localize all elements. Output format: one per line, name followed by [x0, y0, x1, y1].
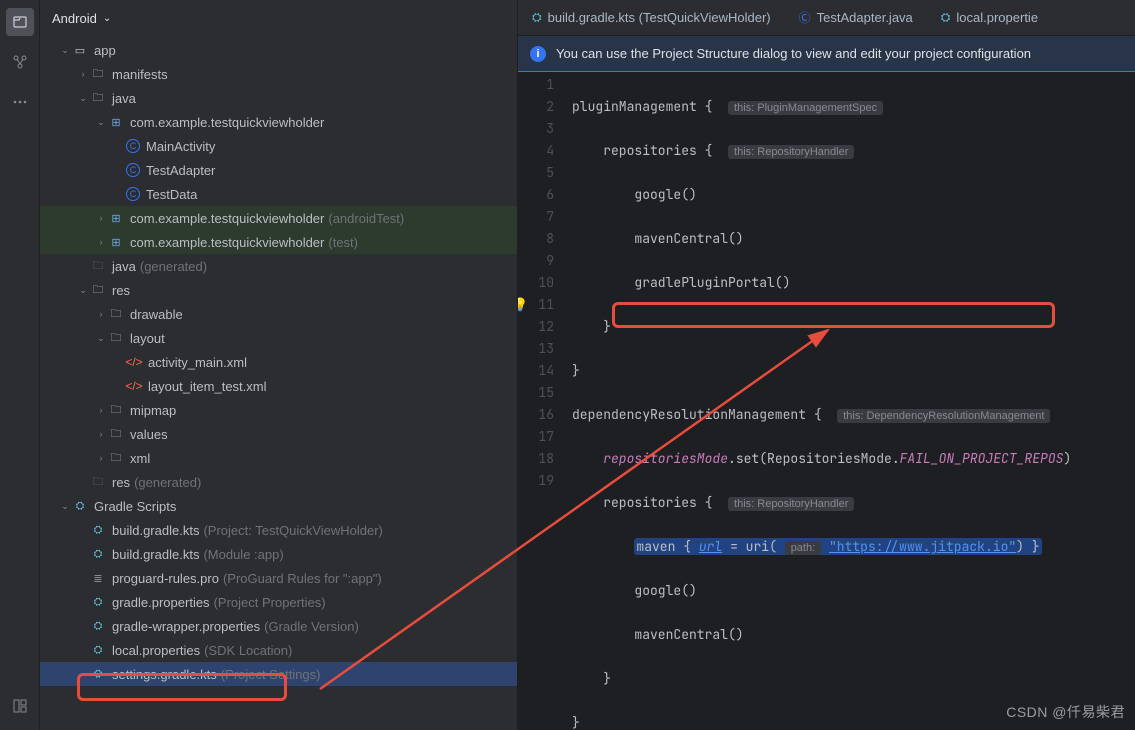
info-icon: i: [530, 46, 546, 62]
tree-item[interactable]: ›🗀xml: [40, 446, 517, 470]
layout-tool-icon[interactable]: [6, 692, 34, 720]
info-bar[interactable]: i You can use the Project Structure dial…: [518, 36, 1135, 72]
tree-item[interactable]: 🗀java(generated): [40, 254, 517, 278]
editor: ⛭ build.gradle.kts (TestQuickViewHolder)…: [518, 0, 1135, 730]
tree-item[interactable]: ⛭gradle-wrapper.properties(Gradle Versio…: [40, 614, 517, 638]
tool-window-rail: [0, 0, 40, 730]
code[interactable]: pluginManagement { this: PluginManagemen…: [564, 72, 1135, 730]
tree-item[interactable]: 🗀res(generated): [40, 470, 517, 494]
tree-item[interactable]: ›🗀manifests: [40, 62, 517, 86]
tree-item[interactable]: ≣proguard-rules.pro(ProGuard Rules for "…: [40, 566, 517, 590]
tree-item[interactable]: CMainActivity: [40, 134, 517, 158]
tree-item[interactable]: CTestData: [40, 182, 517, 206]
tab-local-properties[interactable]: ⛭ local.propertie: [927, 0, 1052, 35]
tree-item[interactable]: ›⊞com.example.testquickviewholder(androi…: [40, 206, 517, 230]
project-view-selector[interactable]: Android ⌄: [40, 0, 517, 36]
tree-item[interactable]: ⌄⊞com.example.testquickviewholder: [40, 110, 517, 134]
tree-item[interactable]: ⛭settings.gradle.kts(Project Settings): [40, 662, 517, 686]
tree-item[interactable]: ⌄⛭Gradle Scripts: [40, 494, 517, 518]
gradle-icon: ⛭: [941, 10, 951, 25]
tree-item[interactable]: ⌄▭app: [40, 38, 517, 62]
tree-item[interactable]: ⛭build.gradle.kts(Project: TestQuickView…: [40, 518, 517, 542]
tree-item[interactable]: ›🗀values: [40, 422, 517, 446]
tree-item[interactable]: ⛭gradle.properties(Project Properties): [40, 590, 517, 614]
tree-item[interactable]: ⌄🗀java: [40, 86, 517, 110]
gradle-icon: ⛭: [532, 10, 542, 25]
tree-item[interactable]: ›⊞com.example.testquickviewholder(test): [40, 230, 517, 254]
tree-item[interactable]: ⌄🗀res: [40, 278, 517, 302]
code-area: 1234567891011💡1213141516171819 pluginMan…: [518, 72, 1135, 730]
more-tool-icon[interactable]: [6, 88, 34, 116]
gutter: 1234567891011💡1213141516171819: [518, 72, 564, 730]
tree-item[interactable]: </>activity_main.xml: [40, 350, 517, 374]
structure-tool-icon[interactable]: [6, 48, 34, 76]
chevron-down-icon: ⌄: [103, 13, 111, 24]
project-tree[interactable]: ⌄▭app›🗀manifests⌄🗀java⌄⊞com.example.test…: [40, 36, 517, 730]
project-panel: Android ⌄ ⌄▭app›🗀manifests⌄🗀java⌄⊞com.ex…: [40, 0, 518, 730]
view-name: Android: [52, 11, 97, 26]
tree-item[interactable]: </>layout_item_test.xml: [40, 374, 517, 398]
tab-testadapter[interactable]: Ⓒ TestAdapter.java: [785, 0, 927, 35]
project-tool-icon[interactable]: [6, 8, 34, 36]
info-text: You can use the Project Structure dialog…: [556, 46, 1031, 61]
tree-item[interactable]: ›🗀drawable: [40, 302, 517, 326]
tree-item[interactable]: CTestAdapter: [40, 158, 517, 182]
tree-item[interactable]: ⛭build.gradle.kts(Module :app): [40, 542, 517, 566]
tree-item[interactable]: ⌄🗀layout: [40, 326, 517, 350]
class-icon: Ⓒ: [799, 9, 811, 26]
watermark: CSDN @仟易柴君: [1006, 702, 1125, 722]
tree-item[interactable]: ⛭local.properties(SDK Location): [40, 638, 517, 662]
tree-item[interactable]: ›🗀mipmap: [40, 398, 517, 422]
tab-build-gradle[interactable]: ⛭ build.gradle.kts (TestQuickViewHolder): [518, 0, 785, 35]
editor-tabs: ⛭ build.gradle.kts (TestQuickViewHolder)…: [518, 0, 1135, 36]
